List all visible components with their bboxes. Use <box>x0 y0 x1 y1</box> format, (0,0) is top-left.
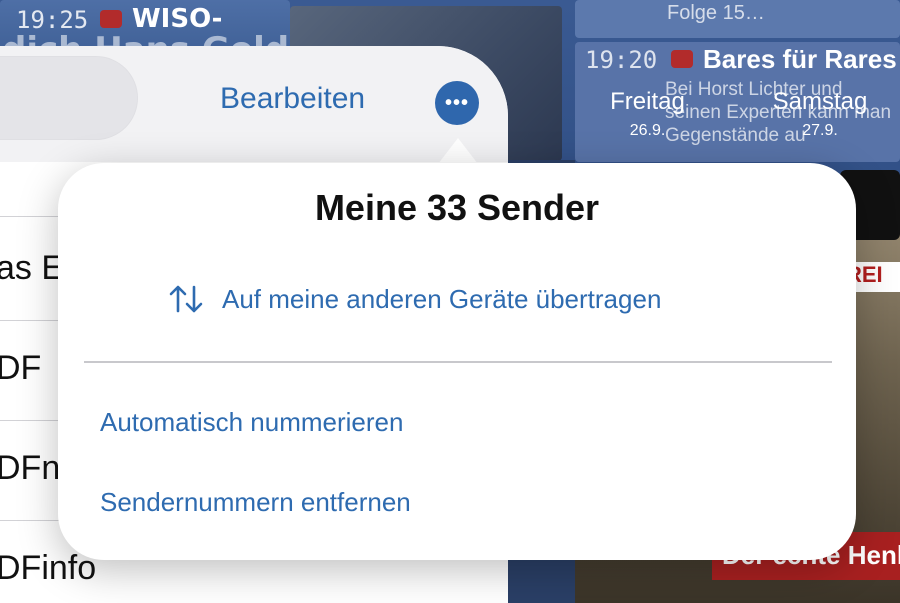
channel-logo-icon <box>671 50 693 68</box>
day-date: 26.9. <box>629 122 666 139</box>
sender-panel-header: Bearbeiten ••• <box>0 46 508 162</box>
transfer-label: Auf meine anderen Geräte übertragen <box>222 283 662 314</box>
popover-arrow <box>438 138 478 164</box>
program-time: 19:20 <box>585 46 658 74</box>
ellipsis-icon: ••• <box>444 91 469 114</box>
day-date: 27.9. <box>802 122 838 139</box>
day-tab-saturday[interactable]: Samstag 27.9. <box>740 88 900 140</box>
day-name: Samstag <box>772 88 868 115</box>
more-options-button[interactable]: ••• <box>435 81 479 125</box>
sender-name: DF <box>0 349 42 387</box>
sender-name: DFinfo <box>0 549 97 587</box>
channel-logo-icon <box>100 10 122 28</box>
program-title: Bares für Rares <box>703 44 897 74</box>
day-name: Freitag <box>610 88 685 115</box>
sort-arrows-icon <box>169 285 203 313</box>
program-episode: Folge 15… <box>667 2 765 24</box>
auto-number-button[interactable]: Automatisch nummerieren <box>100 407 403 438</box>
edit-button[interactable]: Bearbeiten <box>220 82 365 116</box>
search-field[interactable] <box>0 56 138 140</box>
remove-numbers-button[interactable]: Sendernummern entfernen <box>100 487 411 518</box>
program-tile-folge[interactable]: Folge 15… <box>575 0 900 38</box>
transfer-button[interactable]: Auf meine anderen Geräte übertragen <box>168 283 661 315</box>
day-tab-friday[interactable]: Freitag 26.9. <box>590 88 705 140</box>
sender-options-popover: Meine 33 Sender Auf meine anderen Geräte… <box>58 163 856 560</box>
popover-title: Meine 33 Sender <box>314 187 600 228</box>
popover-divider <box>84 361 832 363</box>
